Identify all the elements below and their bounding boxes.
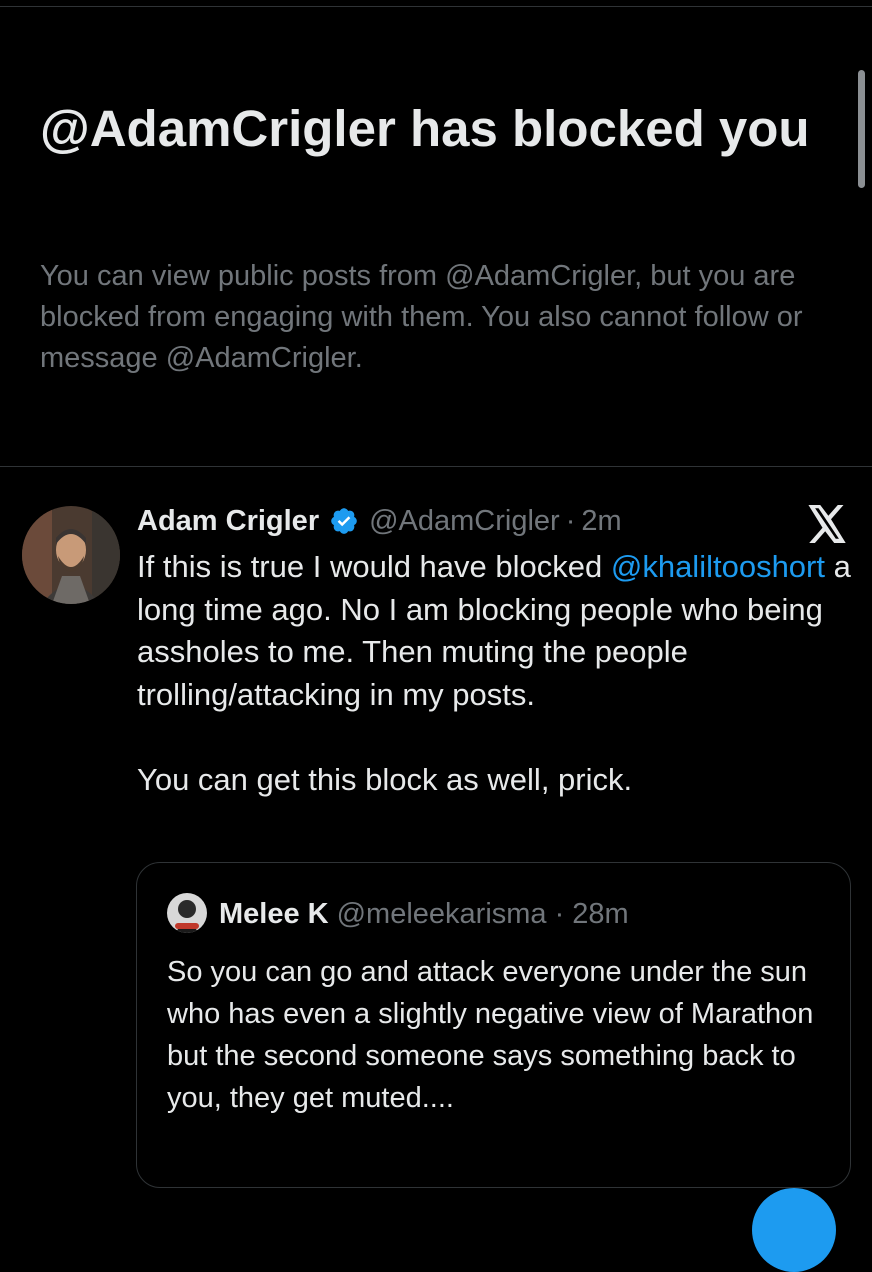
quote-avatar: [167, 893, 207, 933]
separator-dot: ·: [565, 504, 576, 537]
blocked-description: You can view public posts from @AdamCrig…: [40, 260, 803, 374]
quoted-post[interactable]: Melee K @meleekarisma · 28m So you can g…: [136, 862, 851, 1188]
post-timestamp[interactable]: 2m: [581, 505, 621, 538]
mention-link[interactable]: @khaliltooshort: [611, 549, 825, 584]
quote-body: So you can go and attack everyone under …: [167, 956, 814, 1114]
author-handle[interactable]: @AdamCrigler: [369, 505, 560, 538]
compose-button[interactable]: [752, 1188, 836, 1272]
author-name[interactable]: Adam Crigler: [137, 505, 319, 538]
post-text-end: a long time ago. No I am blocking people…: [137, 549, 851, 797]
avatar-image: [22, 506, 120, 604]
top-divider: [0, 6, 872, 7]
quote-timestamp[interactable]: 28m: [572, 898, 628, 931]
quote-header: Melee K @meleekarisma · 28m: [219, 895, 629, 933]
quote-avatar-image: [167, 893, 207, 933]
quote-author-name[interactable]: Melee K: [219, 898, 329, 931]
post-text-start: If this is true I would have blocked: [137, 549, 611, 584]
x-logo-icon[interactable]: [806, 505, 848, 543]
avatar[interactable]: [22, 506, 120, 604]
blocked-title: @AdamCrigler has blocked you: [40, 100, 810, 157]
section-divider: [0, 466, 872, 467]
verified-badge-icon: [329, 506, 359, 536]
quote-separator-dot: ·: [554, 897, 565, 930]
post-header: Adam Crigler @AdamCrigler · 2m: [137, 500, 622, 542]
scrollbar[interactable]: [858, 70, 865, 188]
quote-author-handle[interactable]: @meleekarisma: [337, 898, 547, 931]
post-body: If this is true I would have blocked @kh…: [137, 546, 857, 801]
